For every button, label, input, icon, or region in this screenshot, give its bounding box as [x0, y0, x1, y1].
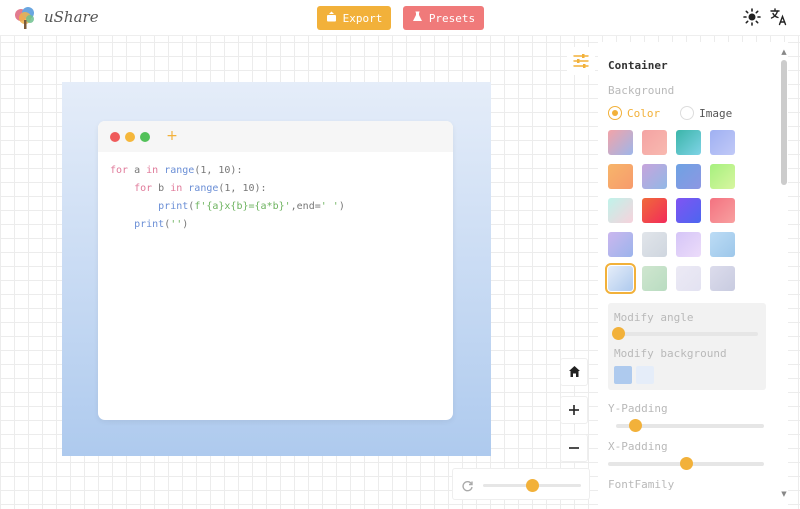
gradient-swatch[interactable] [608, 198, 633, 223]
gradient-swatch[interactable] [608, 130, 633, 155]
export-label: Export [342, 11, 383, 25]
code-token: range [188, 183, 219, 194]
settings-sliders-icon[interactable] [567, 47, 595, 75]
code-line: print('') [110, 216, 345, 234]
preview-canvas: + for a in range(1, 10): for b in range(… [62, 82, 491, 456]
x-padding-label: X-Padding [608, 440, 668, 453]
top-bar: uShare Export Presets [0, 0, 800, 36]
y-padding-label: Y-Padding [608, 402, 668, 415]
presets-label: Presets [428, 11, 476, 25]
background-label: Background [608, 84, 675, 97]
code-token: ) [182, 219, 189, 230]
gradient-swatch[interactable] [642, 232, 667, 257]
code-token: in [146, 165, 165, 176]
panel-scrollbar[interactable]: ▲ ▼ [779, 48, 789, 503]
y-padding-slider-thumb[interactable] [629, 419, 643, 432]
gradient-swatch[interactable] [710, 266, 735, 291]
color-radio[interactable] [608, 106, 622, 120]
gradient-color-start[interactable] [614, 366, 632, 384]
export-button[interactable]: Export [317, 6, 391, 30]
code-line: print(f'{a}x{b}={a*b}',end=' ') [110, 198, 345, 216]
code-line: for a in range(1, 10): [110, 162, 345, 180]
zoom-slider-bar [452, 468, 590, 500]
code-token: a [134, 165, 147, 176]
presets-button[interactable]: Presets [403, 6, 484, 30]
modify-background-label: Modify background [614, 347, 727, 360]
code-token: for [110, 165, 135, 176]
code-token: (1, 10): [194, 165, 243, 176]
modify-angle-label: Modify angle [614, 311, 694, 324]
angle-slider-thumb[interactable] [612, 327, 625, 340]
gradient-swatch[interactable] [710, 198, 735, 223]
gradient-swatch[interactable] [676, 198, 701, 223]
gradient-swatch[interactable] [642, 198, 667, 223]
code-window[interactable]: + for a in range(1, 10): for b in range(… [98, 121, 453, 420]
code-window-titlebar: + [98, 121, 453, 152]
code-token: '' [170, 219, 183, 230]
code-token: range [164, 165, 195, 176]
gradient-swatch[interactable] [710, 130, 735, 155]
gradient-swatch[interactable] [608, 232, 633, 257]
zoom-in-button[interactable] [560, 396, 588, 424]
color-option-label[interactable]: Color [627, 107, 660, 120]
code-token: for [110, 183, 159, 194]
minimize-dot [125, 132, 135, 142]
reset-icon[interactable] [461, 478, 474, 497]
zoom-slider-thumb[interactable] [526, 479, 539, 492]
gradient-swatch[interactable] [642, 266, 667, 291]
gradient-swatch[interactable] [642, 130, 667, 155]
gradient-swatch[interactable] [676, 164, 701, 189]
add-tab-icon[interactable]: + [164, 128, 180, 144]
export-icon [326, 11, 337, 25]
code-token: b [158, 183, 171, 194]
home-button[interactable] [560, 358, 588, 386]
gradient-swatch[interactable] [676, 130, 701, 155]
zoom-slider-track[interactable] [483, 479, 581, 492]
gradient-swatch[interactable] [605, 263, 636, 294]
code-line: for b in range(1, 10): [110, 180, 345, 198]
code-editor[interactable]: for a in range(1, 10): for b in range(1,… [110, 162, 345, 234]
scrollbar-thumb[interactable] [781, 60, 787, 185]
scroll-up-icon[interactable]: ▲ [779, 48, 789, 56]
x-padding-slider-thumb[interactable] [680, 457, 693, 470]
code-token: ) [338, 201, 345, 212]
tree-logo-icon[interactable] [12, 6, 38, 30]
image-radio[interactable] [680, 106, 695, 120]
x-padding-slider-track[interactable] [608, 457, 764, 470]
font-family-label: FontFamily [608, 478, 675, 491]
zoom-in-icon [568, 401, 580, 420]
gradient-swatch[interactable] [710, 232, 735, 257]
maximize-dot [140, 132, 150, 142]
code-token: ,end= [290, 201, 321, 212]
panel-title: Container [608, 59, 668, 72]
background-type-radio: Color Image [608, 106, 732, 120]
gradient-color-end[interactable] [636, 366, 654, 384]
settings-panel: Container Background Color Image Modify … [598, 42, 788, 509]
code-token: in [170, 183, 189, 194]
gradient-swatch[interactable] [676, 232, 701, 257]
gradient-swatch[interactable] [710, 164, 735, 189]
brand-name: uShare [44, 8, 99, 26]
presets-flask-icon [412, 11, 423, 25]
code-token: print [110, 201, 189, 212]
scroll-down-icon[interactable]: ▼ [779, 490, 789, 498]
gradient-swatch[interactable] [608, 164, 633, 189]
zoom-out-button[interactable] [560, 434, 588, 462]
translate-icon[interactable] [770, 8, 788, 26]
code-token: (1, 10): [218, 183, 267, 194]
y-padding-slider-track[interactable] [616, 419, 764, 432]
angle-slider-track[interactable] [612, 327, 758, 340]
home-icon [568, 363, 581, 382]
image-option-label[interactable]: Image [699, 107, 732, 120]
modify-box: Modify angle Modify background [608, 303, 766, 390]
sun-icon[interactable] [743, 8, 761, 26]
zoom-out-icon [568, 439, 580, 458]
code-token: f'{a}x{b}={a*b}' [194, 201, 291, 212]
close-dot [110, 132, 120, 142]
code-token: print [110, 219, 165, 230]
code-token: ' ' [320, 201, 339, 212]
gradient-swatch[interactable] [642, 164, 667, 189]
gradient-swatch[interactable] [676, 266, 701, 291]
